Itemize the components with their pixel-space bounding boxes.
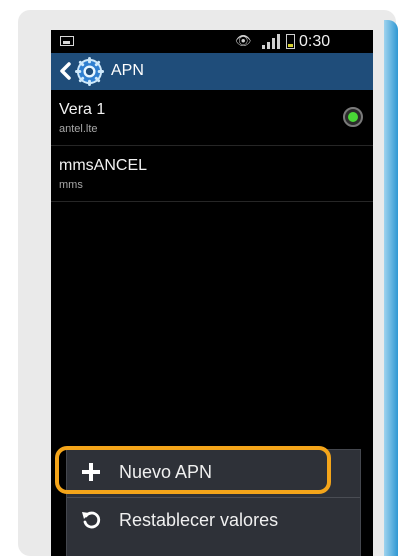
status-clock: 0:30 <box>299 33 331 50</box>
status-bar: 👁 0:30 <box>51 30 373 53</box>
action-bar: APN <box>51 53 373 90</box>
options-menu: Nuevo APN Restablecer valores <box>66 449 361 556</box>
apn-list: Vera 1 antel.lte mmsANCEL mms <box>51 90 373 202</box>
apn-list-item-mmsancel[interactable]: mmsANCEL mms <box>51 146 373 202</box>
menu-item-label: Restablecer valores <box>119 510 279 530</box>
back-icon[interactable] <box>58 61 72 81</box>
apn-name: mmsANCEL <box>59 157 148 174</box>
radio-selected-dot <box>348 112 358 122</box>
reset-defaults-menu-item[interactable]: Restablecer valores <box>67 497 360 544</box>
new-apn-menu-item[interactable]: Nuevo APN <box>67 450 360 496</box>
plus-icon <box>82 463 100 481</box>
settings-gear-icon[interactable] <box>75 57 104 86</box>
menu-item-label: Nuevo APN <box>119 462 213 482</box>
reset-icon <box>82 511 101 529</box>
apn-list-item-vera1[interactable]: Vera 1 antel.lte <box>51 90 373 146</box>
apn-address: mms <box>59 179 83 191</box>
phone-screen: 👁 0:30 APN Vera 1 antel.lte mmsANCEL mms… <box>51 30 373 556</box>
signal-strength-icon <box>262 34 280 49</box>
apn-name: Vera 1 <box>59 101 106 118</box>
page-title: APN <box>111 62 144 79</box>
smart-stay-eye-icon: 👁 <box>235 33 252 48</box>
screenshot-notification-icon <box>60 36 74 46</box>
apn-selected-radio[interactable] <box>343 107 363 127</box>
apn-address: antel.lte <box>59 123 98 135</box>
accent-bar <box>384 20 398 556</box>
battery-icon <box>286 34 295 49</box>
